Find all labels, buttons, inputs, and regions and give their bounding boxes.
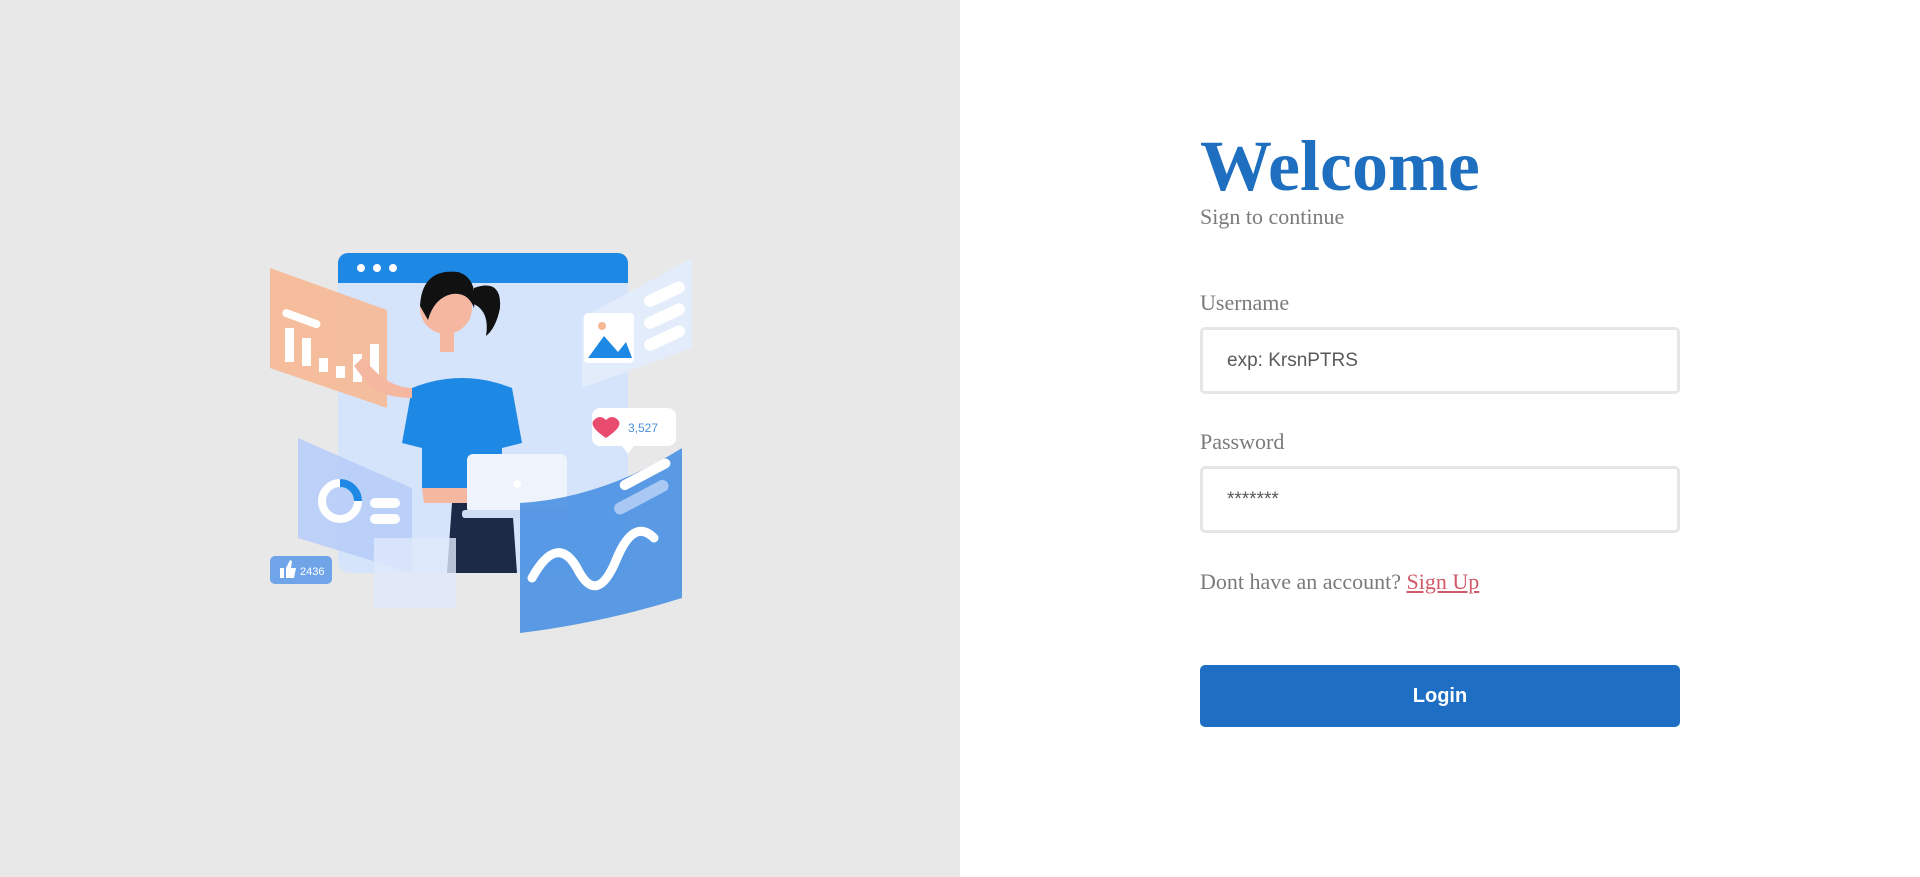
illustration-panel: 3,527 2436 <box>0 0 960 877</box>
password-label: Password <box>1200 429 1285 454</box>
svg-text:3,527: 3,527 <box>628 421 658 435</box>
login-button[interactable]: Login <box>1200 665 1680 727</box>
signup-prompt-line: Dont have an account? Sign Up <box>1200 569 1680 595</box>
svg-text:2436: 2436 <box>300 566 324 578</box>
thumbs-up-badge: 2436 <box>270 556 332 584</box>
login-panel: Welcome Sign to continue Username Passwo… <box>960 0 1920 877</box>
signup-prompt-text: Dont have an account? <box>1200 569 1401 594</box>
username-label: Username <box>1200 290 1290 315</box>
signup-link[interactable]: Sign Up <box>1406 569 1479 594</box>
password-input[interactable] <box>1200 466 1680 533</box>
login-page: 3,527 2436 Welcome Sign to continue User… <box>0 0 1920 877</box>
login-form: Welcome Sign to continue Username Passwo… <box>1200 124 1680 727</box>
page-title: Welcome <box>1200 126 1480 206</box>
username-input[interactable] <box>1200 327 1680 394</box>
dashboard-illustration: 3,527 2436 <box>270 253 692 633</box>
